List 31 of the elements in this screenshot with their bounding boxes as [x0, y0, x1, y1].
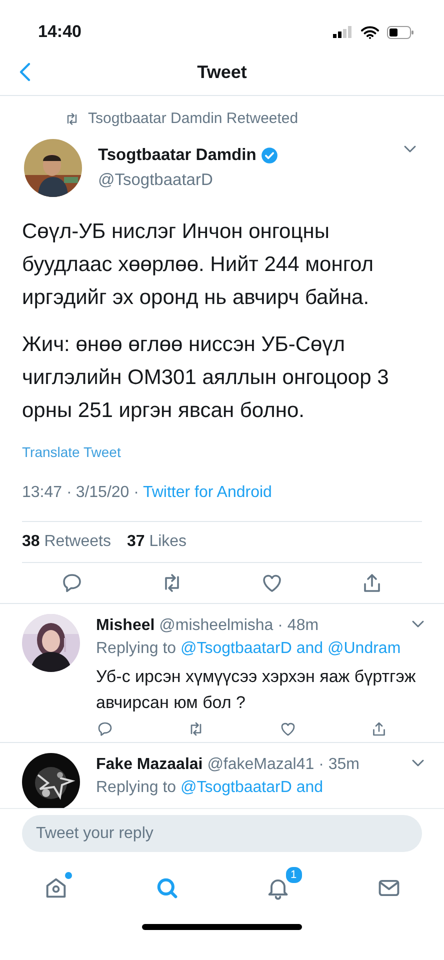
- reply-author-name[interactable]: Misheel: [96, 616, 155, 634]
- retweet-notice: Tsogtbaatar Damdin Retweeted: [88, 109, 298, 129]
- source-link[interactable]: Twitter for Android: [142, 480, 272, 504]
- page-title: Tweet: [197, 61, 247, 84]
- replying-label: Replying to: [96, 640, 176, 656]
- author-name[interactable]: Tsogtbaatar Damdin: [98, 142, 256, 168]
- reply-field[interactable]: Tweet your reply: [22, 815, 422, 852]
- tab-button[interactable]: 1: [250, 865, 304, 911]
- stat-link[interactable]: 38 Retweets: [22, 530, 111, 554]
- mention-link[interactable]: @TsogtbaatarD and: [180, 778, 324, 796]
- reply-age: · 35m: [318, 756, 360, 772]
- reply-handle[interactable]: @fakeMazal41: [207, 756, 314, 772]
- reply-icon[interactable]: [96, 720, 114, 738]
- tweet-date: 3/15/20 ·: [76, 482, 139, 502]
- wifi-icon: [361, 26, 379, 38]
- reply-age: · 48m: [278, 616, 319, 634]
- reply-text: Уб-с ирсэн хүмүүсээ хэрхэн яаж бүртгэж авчирсан юм бол ?: [96, 666, 417, 714]
- mention-link[interactable]: @TsogtbaatarD and @Undram: [180, 640, 401, 656]
- translate-link[interactable]: Translate Tweet: [22, 444, 121, 460]
- stat-link[interactable]: 37 Likes: [126, 530, 187, 554]
- tweet-text: Жич: өнөө өглөө ниссэн УБ-Сөүл чиглэлийн ОМ301 аяллын онгоцоор 3 орны 251 иргэн явсан болно.: [22, 332, 390, 424]
- reply-author-name[interactable]: Fake Mazaalai: [96, 756, 203, 772]
- author-handle[interactable]: @TsogtbaatarD: [98, 168, 400, 192]
- replying-label: Replying to: [96, 778, 176, 796]
- reply-handle[interactable]: @misheelmisha: [159, 616, 274, 634]
- signal-icon: [333, 26, 353, 38]
- tweet-time: 13:47 ·: [22, 482, 72, 502]
- tweet-text: Сөүл-УБ нислэг Инчон онгоцны буудлаас хөөрлөө. Нийт 244 монгол иргэдийг эх оронд нь авчирч байна.: [22, 218, 375, 310]
- battery-icon: [387, 26, 414, 38]
- notification-count: 1: [284, 866, 302, 884]
- status-time: 14:40: [38, 21, 82, 44]
